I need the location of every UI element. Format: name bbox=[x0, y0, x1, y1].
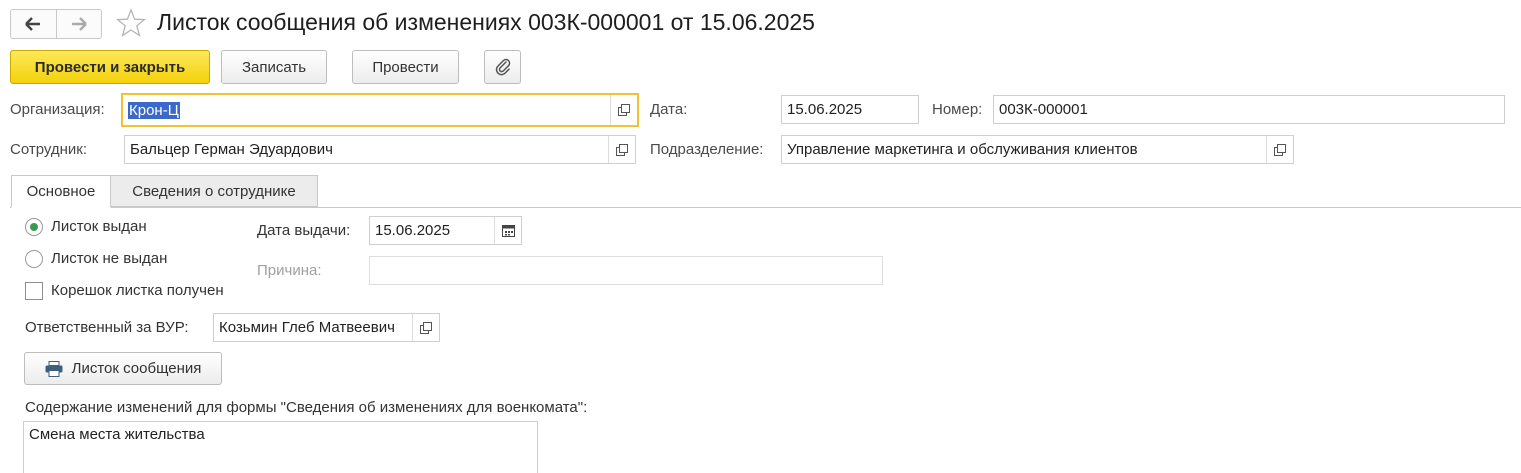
department-open-button[interactable] bbox=[1266, 136, 1293, 163]
employee-label: Сотрудник: bbox=[10, 141, 88, 158]
stub-received-checkbox[interactable] bbox=[25, 282, 43, 300]
page-title: Листок сообщения об изменениях 003К-0000… bbox=[157, 9, 815, 35]
date-field[interactable]: 15.06.2025 bbox=[781, 95, 919, 124]
arrow-left-icon bbox=[25, 17, 41, 31]
reason-label: Причина: bbox=[257, 262, 322, 279]
radio-selected-dot bbox=[30, 223, 38, 231]
organization-field[interactable]: Крон-Ц bbox=[121, 93, 639, 127]
number-field[interactable]: 003К-000001 bbox=[993, 95, 1505, 124]
date-label: Дата: bbox=[650, 101, 688, 118]
content-changes-textarea[interactable]: Смена места жительства bbox=[23, 421, 538, 473]
organization-open-button[interactable] bbox=[610, 95, 637, 125]
radio-issued-label[interactable]: Листок выдан bbox=[51, 218, 147, 235]
department-value: Управление маркетинга и обслуживания кли… bbox=[787, 141, 1138, 158]
reason-field bbox=[369, 256, 883, 285]
open-form-icon bbox=[1274, 143, 1286, 156]
print-notice-button[interactable]: Листок сообщения bbox=[24, 352, 222, 385]
employee-field[interactable]: Бальцер Герман Эдуардович bbox=[124, 135, 636, 164]
back-button[interactable] bbox=[11, 10, 57, 38]
open-form-icon bbox=[618, 104, 630, 116]
post-button[interactable]: Провести bbox=[352, 50, 459, 84]
department-label: Подразделение: bbox=[650, 141, 764, 158]
printer-icon bbox=[45, 360, 63, 377]
issue-date-field[interactable]: 15.06.2025 bbox=[369, 216, 522, 245]
organization-value: Крон-Ц bbox=[128, 101, 180, 119]
print-notice-label: Листок сообщения bbox=[71, 360, 202, 377]
save-button[interactable]: Записать bbox=[221, 50, 327, 84]
tab-divider bbox=[10, 207, 1521, 208]
nav-buttons bbox=[10, 9, 102, 39]
number-label: Номер: bbox=[932, 101, 983, 118]
tab-employee-info[interactable]: Сведения о сотруднике bbox=[110, 175, 318, 207]
post-and-close-button[interactable]: Провести и закрыть bbox=[10, 50, 210, 84]
issue-date-value: 15.06.2025 bbox=[375, 222, 451, 239]
issue-date-label: Дата выдачи: bbox=[257, 222, 351, 239]
radio-not-issued[interactable] bbox=[25, 250, 43, 268]
paperclip-icon bbox=[495, 58, 510, 76]
open-form-icon bbox=[616, 143, 628, 156]
tab-main[interactable]: Основное bbox=[11, 175, 111, 208]
employee-value: Бальцер Герман Эдуардович bbox=[130, 141, 333, 158]
number-value: 003К-000001 bbox=[999, 101, 1088, 118]
department-field[interactable]: Управление маркетинга и обслуживания кли… bbox=[781, 135, 1294, 164]
responsible-label: Ответственный за ВУР: bbox=[25, 319, 189, 336]
radio-not-issued-label[interactable]: Листок не выдан bbox=[51, 250, 167, 267]
forward-button[interactable] bbox=[57, 10, 102, 38]
attach-button[interactable] bbox=[484, 50, 521, 84]
favorite-star-icon[interactable] bbox=[116, 8, 146, 38]
responsible-field[interactable]: Козьмин Глеб Матвеевич bbox=[213, 313, 440, 342]
radio-issued[interactable] bbox=[25, 218, 43, 236]
open-form-icon bbox=[420, 321, 432, 334]
responsible-open-button[interactable] bbox=[412, 314, 439, 341]
responsible-value: Козьмин Глеб Матвеевич bbox=[219, 319, 395, 336]
stub-received-label[interactable]: Корешок листка получен bbox=[51, 282, 224, 299]
content-changes-value: Смена места жительства bbox=[29, 426, 205, 443]
calendar-icon bbox=[501, 225, 515, 237]
arrow-right-icon bbox=[71, 17, 87, 31]
content-changes-label: Содержание изменений для формы "Сведения… bbox=[25, 399, 588, 416]
organization-label: Организация: bbox=[10, 101, 105, 118]
date-value: 15.06.2025 bbox=[787, 101, 863, 118]
calendar-button[interactable] bbox=[494, 217, 521, 244]
employee-open-button[interactable] bbox=[608, 136, 635, 163]
